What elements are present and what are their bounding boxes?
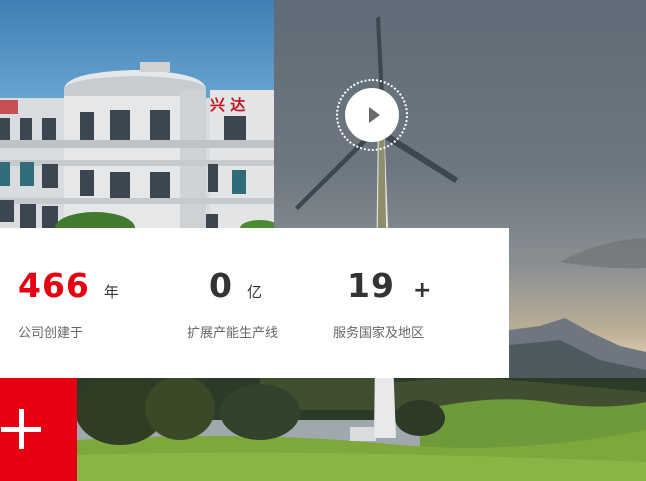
stat-label: 服务国家及地区 (333, 326, 425, 341)
stat-countries: 19 + 服务国家及地区 (333, 266, 431, 341)
stats-panel: 466 年 公司创建于 0 亿 扩展产能生产线 19 + 服务国家及地区 (0, 228, 509, 378)
stat-founded: 466 年 公司创建于 (18, 266, 119, 341)
stat-value-row: 0 亿 (187, 266, 278, 310)
building-photo: 兴 达 (0, 0, 274, 230)
play-icon (368, 107, 380, 123)
stat-number: 19 (347, 266, 395, 305)
hero-section: 兴 达 466 年 公司创建于 0 亿 扩展产能生产线 19 + 服务国家及地区 (0, 0, 646, 481)
stat-label: 扩展产能生产线 (187, 326, 279, 341)
stat-production-lines: 0 亿 扩展产能生产线 (187, 266, 278, 341)
stat-unit: + (412, 278, 432, 303)
stat-unit: 年 (103, 283, 119, 301)
stat-number: 466 (18, 266, 90, 305)
stat-value-row: 19 + (333, 266, 431, 310)
stat-unit: 亿 (246, 283, 262, 301)
plus-icon-vertical (19, 409, 24, 449)
building-sign-text: 兴 达 (210, 96, 245, 114)
play-button-circle[interactable] (345, 88, 399, 142)
stat-value-row: 466 年 (18, 266, 119, 310)
video-play-button[interactable] (336, 79, 408, 151)
expand-button[interactable] (0, 378, 77, 481)
stat-number: 0 (209, 266, 233, 305)
stat-label: 公司创建于 (18, 326, 84, 341)
